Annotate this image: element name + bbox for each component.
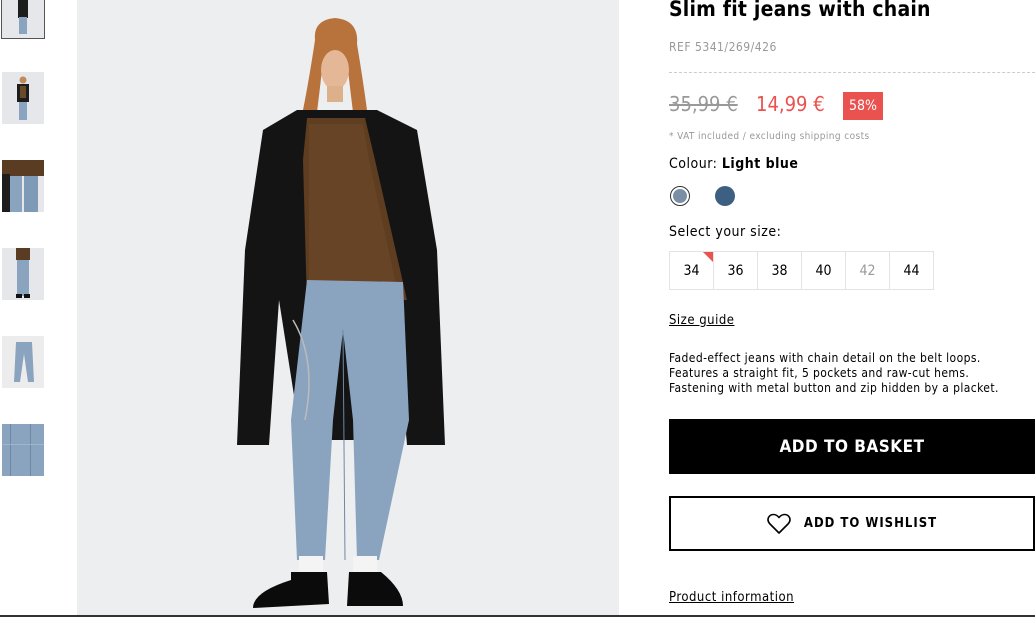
product-main-image[interactable]: [77, 0, 619, 617]
thumbnail-list: [0, 0, 48, 617]
product-description: Faded-effect jeans with chain detail on …: [669, 351, 1035, 396]
colour-swatch-light-blue[interactable]: [670, 186, 690, 206]
size-guide-link[interactable]: Size guide: [669, 313, 734, 328]
vat-note: * VAT included / excluding shipping cost…: [669, 131, 870, 142]
size-option-34[interactable]: 34: [669, 251, 714, 290]
thumbnail-4[interactable]: [2, 248, 44, 300]
thumbnail-3[interactable]: [2, 160, 44, 212]
add-to-basket-button[interactable]: ADD TO BASKET: [669, 419, 1035, 474]
colour-swatch-dark-blue[interactable]: [715, 186, 735, 206]
sale-price: 14,99 €: [756, 92, 825, 116]
product-title: Slim fit jeans with chain: [669, 0, 931, 21]
size-option-40[interactable]: 40: [801, 251, 846, 290]
product-reference: REF 5341/269/426: [669, 40, 777, 54]
size-option-36[interactable]: 36: [713, 251, 758, 290]
size-option-38[interactable]: 38: [757, 251, 802, 290]
size-option-label: 40: [815, 262, 832, 279]
description-line: Faded-effect jeans with chain detail on …: [669, 351, 981, 365]
size-option-44[interactable]: 44: [889, 251, 934, 290]
product-information-link[interactable]: Product information: [669, 590, 794, 605]
discount-badge: 58%: [843, 92, 883, 120]
description-line: Fastening with metal button and zip hidd…: [669, 381, 999, 395]
size-option-label: 34: [683, 262, 700, 279]
product-info-panel: Slim fit jeans with chain REF 5341/269/4…: [669, 0, 1035, 617]
add-to-wishlist-button[interactable]: ADD TO WISHLIST: [669, 496, 1035, 551]
original-price: 35,99 €: [669, 92, 738, 116]
thumbnail-2[interactable]: [2, 72, 44, 124]
colour-value: Light blue: [721, 156, 799, 172]
heart-icon: [767, 513, 791, 534]
thumbnail-5[interactable]: [2, 336, 44, 388]
size-option-42[interactable]: 42: [845, 251, 890, 290]
wishlist-label: ADD TO WISHLIST: [803, 516, 938, 531]
colour-label: Colour:: [669, 156, 718, 172]
size-option-label: 44: [903, 262, 920, 279]
few-left-indicator: [703, 252, 713, 262]
size-select-label: Select your size:: [669, 224, 782, 240]
size-option-label: 38: [771, 262, 788, 279]
size-selector: 34 36 38 40 42 44: [669, 251, 934, 290]
size-option-label: 36: [727, 262, 744, 279]
divider: [669, 72, 1035, 73]
description-line: Features a straight fit, 5 pockets and r…: [669, 366, 970, 380]
swatch-dot: [673, 189, 687, 203]
size-option-label: 42: [859, 262, 876, 279]
thumbnail-6[interactable]: [2, 424, 44, 476]
thumbnail-1[interactable]: [1, 0, 45, 39]
colour-selection-label: Colour: Light blue: [669, 156, 798, 172]
